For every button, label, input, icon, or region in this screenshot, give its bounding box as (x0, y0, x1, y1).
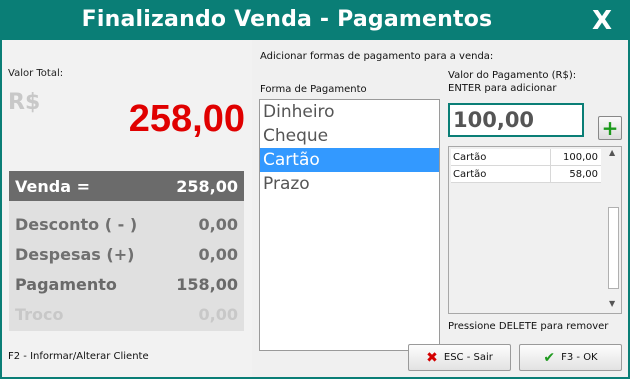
payment-panel: Adicionar formas de pagamento para a ven… (254, 40, 628, 377)
ok-label: F3 - OK (561, 352, 598, 363)
window-title: Finalizando Venda - Pagamentos (81, 7, 493, 32)
esc-exit-button[interactable]: ✖ ESC - Sair (408, 344, 511, 371)
payment-value-cell: 100,00 (551, 149, 601, 166)
payments-grid[interactable]: Cartão 100,00 Cartão 58,00 ▲ ▼ (448, 146, 622, 314)
client-hint: F2 - Informar/Alterar Cliente (8, 351, 149, 362)
pagamento-label: Pagamento (15, 274, 117, 294)
pagamento-value: 158,00 (176, 274, 238, 294)
desconto-label: Desconto ( - ) (15, 214, 138, 234)
close-button[interactable]: X (576, 2, 628, 40)
enter-hint: ENTER para adicionar (448, 83, 557, 94)
checkmark-icon: ✔ (543, 349, 556, 366)
total-value: 258,00 (128, 98, 245, 140)
desconto-value: 0,00 (198, 214, 238, 234)
forma-label: Forma de Pagamento (260, 84, 367, 95)
title-bar: Finalizando Venda - Pagamentos X (2, 2, 628, 40)
form-item-cartao[interactable]: Cartão (260, 148, 439, 172)
summary-row-pagamento: Pagamento 158,00 (9, 269, 244, 299)
payment-form-cell: Cartão (451, 166, 551, 183)
venda-value: 258,00 (176, 176, 238, 196)
delete-hint: Pressione DELETE para remover (448, 321, 609, 332)
payment-value-cell: 58,00 (551, 166, 601, 183)
summary-row-venda: Venda = 258,00 (9, 171, 244, 201)
summary-row-despesas: Despesas (+) 0,00 (9, 239, 244, 269)
payment-form-list[interactable]: Dinheiro Cheque Cartão Prazo (259, 99, 440, 351)
despesas-label: Despesas (+) (15, 244, 135, 264)
summary-box: Venda = 258,00 Desconto ( - ) 0,00 Despe… (9, 171, 244, 331)
despesas-value: 0,00 (198, 244, 238, 264)
payment-row[interactable]: Cartão 58,00 (451, 166, 601, 183)
currency-symbol: R$ (8, 90, 41, 115)
ok-button[interactable]: ✔ F3 - OK (519, 344, 622, 371)
payment-row[interactable]: Cartão 100,00 (451, 149, 601, 166)
payment-window: Finalizando Venda - Pagamentos X Valor T… (0, 0, 630, 379)
esc-label: ESC - Sair (443, 352, 493, 363)
venda-label: Venda = (15, 176, 90, 196)
summary-row-desconto: Desconto ( - ) 0,00 (9, 209, 244, 239)
summary-row-troco: Troco 0,00 (9, 299, 244, 329)
payment-amount-input[interactable]: 100,00 (448, 103, 584, 137)
valor-label: Valor do Pagamento (R$): (448, 70, 577, 81)
form-item-prazo[interactable]: Prazo (260, 172, 439, 196)
payment-header: Adicionar formas de pagamento para a ven… (260, 51, 494, 62)
grid-scrollbar[interactable]: ▲ ▼ (606, 147, 621, 311)
troco-label: Troco (15, 304, 64, 324)
plus-icon: + (601, 116, 619, 140)
payment-form-cell: Cartão (451, 149, 551, 166)
total-label: Valor Total: (8, 68, 64, 79)
scroll-up-arrow-icon[interactable]: ▲ (609, 148, 615, 157)
add-payment-button[interactable]: + (598, 116, 622, 140)
cancel-x-icon: ✖ (426, 349, 438, 366)
totals-panel: Valor Total: R$ 258,00 Venda = 258,00 De… (2, 40, 252, 377)
form-item-cheque[interactable]: Cheque (260, 124, 439, 148)
troco-value: 0,00 (198, 304, 238, 324)
scroll-thumb[interactable] (608, 207, 619, 289)
scroll-down-arrow-icon[interactable]: ▼ (609, 299, 615, 308)
form-item-dinheiro[interactable]: Dinheiro (260, 100, 439, 124)
